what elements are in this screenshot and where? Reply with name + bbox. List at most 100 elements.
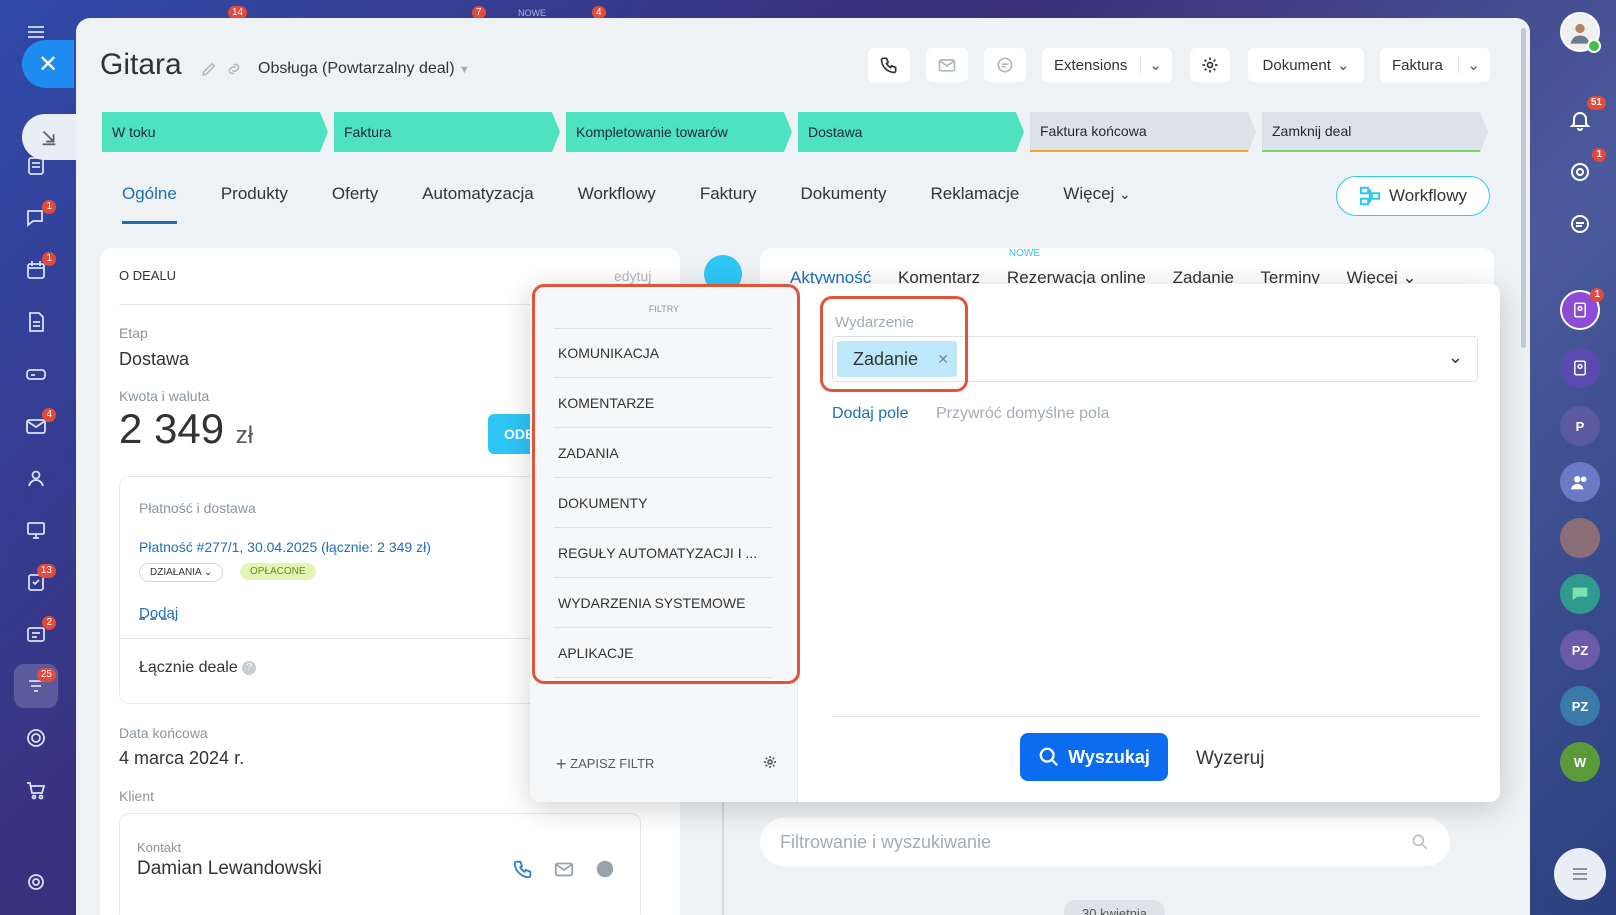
chevron-down-icon: ⌄ bbox=[203, 567, 213, 578]
avatar-pz[interactable]: PZ bbox=[1560, 630, 1600, 670]
settings-gear-icon[interactable] bbox=[14, 860, 58, 904]
help-icon[interactable]: ? bbox=[242, 660, 257, 675]
date-chip: 30 kwietnia bbox=[1064, 900, 1166, 915]
drive-icon[interactable] bbox=[14, 352, 58, 396]
document-label: Dokument bbox=[1262, 56, 1331, 74]
image-avatar[interactable] bbox=[1560, 518, 1600, 558]
contact-label: Kontakt bbox=[137, 840, 182, 855]
end-date-value: 4 marca 2024 r. bbox=[119, 748, 245, 768]
bg-new-label: NOWE bbox=[518, 8, 546, 18]
timeline-search-bar[interactable]: Filtrowanie i wyszukiwanie bbox=[760, 818, 1450, 866]
group-icon[interactable] bbox=[1560, 462, 1600, 502]
stage-dostawa[interactable]: Dostawa bbox=[798, 112, 1024, 152]
contact-chat-icon[interactable] bbox=[594, 858, 616, 880]
notifications-bell-icon[interactable]: 51 bbox=[1560, 96, 1606, 140]
email-button[interactable] bbox=[926, 48, 968, 82]
stage-w-toku[interactable]: W toku bbox=[102, 112, 328, 152]
close-panel-button[interactable]: ✕ bbox=[22, 40, 74, 88]
goals-icon[interactable] bbox=[14, 716, 58, 760]
chevron-down-icon[interactable]: ⌄ bbox=[1448, 347, 1463, 368]
stage-faktura[interactable]: Faktura bbox=[334, 112, 560, 152]
stage-zamknij-deal[interactable]: Zamknij deal bbox=[1262, 112, 1488, 152]
payment-link[interactable]: Płatność #277/1, 30.04.2025 (łącznie: 2 … bbox=[139, 539, 431, 555]
cart-icon[interactable] bbox=[14, 768, 58, 812]
target-icon[interactable]: 1 bbox=[1560, 148, 1606, 192]
contact-phone-icon[interactable] bbox=[512, 858, 534, 880]
documents-icon[interactable] bbox=[14, 300, 58, 344]
paid-status-badge: OPŁACONE bbox=[240, 563, 316, 580]
contact-name[interactable]: Damian Lewandowski bbox=[137, 858, 322, 880]
avatar-w[interactable]: W bbox=[1560, 742, 1600, 782]
mail-icon[interactable]: 4 bbox=[14, 404, 58, 448]
document-button[interactable]: Dokument ⌄ bbox=[1248, 48, 1364, 82]
tasks-icon[interactable]: 13 bbox=[14, 560, 58, 604]
link-icon[interactable] bbox=[225, 60, 243, 78]
contact-card-icon[interactable]: 1 bbox=[1560, 288, 1604, 330]
chevron-down-icon: ⌄ bbox=[1119, 186, 1131, 202]
stage-kompletowanie[interactable]: Kompletowanie towarów bbox=[566, 112, 792, 152]
search-label: Wyszukaj bbox=[1068, 746, 1150, 767]
team-icon[interactable] bbox=[14, 456, 58, 500]
stage-label: Dostawa bbox=[808, 124, 863, 140]
caret-down-icon: ▼ bbox=[459, 64, 470, 76]
contact-mail-icon[interactable] bbox=[552, 858, 576, 880]
actions-dropdown[interactable]: DZIAŁANIA ⌄ bbox=[139, 563, 224, 582]
filter-settings-gear-icon[interactable] bbox=[762, 754, 778, 770]
contact-card-icon[interactable] bbox=[1560, 348, 1600, 388]
highlight-filter-list bbox=[532, 284, 800, 684]
crm-funnel-icon[interactable]: 25 bbox=[14, 664, 58, 708]
save-filter-button[interactable]: + ZAPISZ FILTR bbox=[556, 754, 654, 775]
tab-oferty[interactable]: Oferty bbox=[332, 184, 378, 224]
scrollbar[interactable] bbox=[1521, 28, 1526, 348]
deal-category-selector[interactable]: Obsługa (Powtarzalny deal) ▼ bbox=[258, 60, 470, 78]
notifications-badge: 51 bbox=[1586, 96, 1606, 110]
edit-link[interactable]: edytuj bbox=[614, 268, 651, 284]
stage-label: Faktura bbox=[344, 124, 392, 140]
deal-tabs: Ogólne Produkty Oferty Automatyzacja Wor… bbox=[122, 184, 1175, 224]
reset-button[interactable]: Wyzeruj bbox=[1196, 748, 1264, 770]
tab-workflowy[interactable]: Workflowy bbox=[578, 184, 656, 224]
chat-icon[interactable]: 1 bbox=[14, 196, 58, 240]
list-menu-icon[interactable] bbox=[1554, 848, 1606, 900]
invoice-button[interactable]: Faktura ⌄ bbox=[1380, 48, 1490, 82]
avatar-pz[interactable]: PZ bbox=[1560, 686, 1600, 726]
tab-reklamacje[interactable]: Reklamacje bbox=[930, 184, 1019, 224]
tab-dokumenty[interactable]: Dokumenty bbox=[801, 184, 887, 224]
call-button[interactable] bbox=[868, 48, 910, 82]
collapse-button[interactable] bbox=[22, 114, 76, 160]
stage-field-label: Etap bbox=[119, 325, 148, 341]
plus-icon: + bbox=[556, 754, 567, 774]
stage-label: Kompletowanie towarów bbox=[576, 124, 728, 140]
stage-field-value: Dostawa bbox=[119, 349, 190, 369]
extensions-button[interactable]: Extensions ⌄ bbox=[1042, 48, 1172, 82]
new-badge: NOWE bbox=[1008, 248, 1041, 259]
chat-green-icon[interactable] bbox=[1560, 574, 1600, 614]
workflow-button[interactable]: Workflowy bbox=[1336, 176, 1490, 216]
stage-faktura-koncowa[interactable]: Faktura końcowa bbox=[1030, 112, 1256, 152]
calendar-icon[interactable]: 1 bbox=[14, 248, 58, 292]
extensions-label: Extensions bbox=[1054, 56, 1128, 74]
settings-button[interactable] bbox=[1190, 48, 1230, 82]
search-placeholder: Filtrowanie i wyszukiwanie bbox=[780, 831, 992, 852]
tab-produkty[interactable]: Produkty bbox=[221, 184, 288, 224]
edit-pencil-icon[interactable] bbox=[200, 60, 218, 78]
receive-payment-button[interactable]: ODE bbox=[488, 414, 536, 454]
search-button[interactable]: Wyszukaj bbox=[1020, 733, 1168, 781]
tab-ogolne[interactable]: Ogólne bbox=[122, 184, 177, 224]
user-avatar[interactable] bbox=[1560, 12, 1601, 53]
tab-more[interactable]: Więcej ⌄ bbox=[1063, 184, 1130, 224]
deal-section-title: O DEALU bbox=[119, 268, 177, 283]
restore-defaults-link[interactable]: Przywróć domyślne pola bbox=[936, 405, 1109, 423]
tab-automatyzacja[interactable]: Automatyzacja bbox=[422, 184, 534, 224]
add-payment-link[interactable]: Dodaj bbox=[139, 605, 178, 622]
avatar-p[interactable]: P bbox=[1560, 406, 1600, 446]
sync-chat-icon[interactable] bbox=[1560, 204, 1600, 244]
mail-badge: 4 bbox=[42, 408, 56, 422]
board-icon[interactable] bbox=[14, 508, 58, 552]
deal-title: Gitara bbox=[100, 48, 182, 81]
tab-faktury[interactable]: Faktury bbox=[700, 184, 757, 224]
add-field-link[interactable]: Dodaj pole bbox=[832, 405, 909, 423]
open-channel-button[interactable] bbox=[984, 48, 1026, 82]
online-dot bbox=[1587, 39, 1601, 53]
news-icon[interactable]: 2 bbox=[14, 612, 58, 656]
